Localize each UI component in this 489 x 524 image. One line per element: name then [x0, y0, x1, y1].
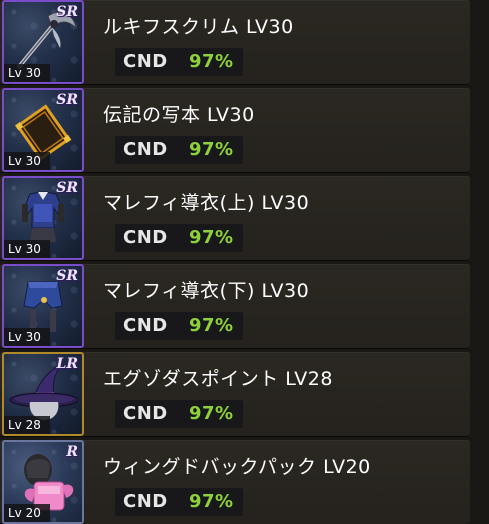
item-thumbnail[interactable]: SR Lv 30: [2, 0, 84, 84]
item-name: エグゾダスポイント LV28: [103, 368, 333, 390]
rarity-badge: SR: [56, 180, 78, 196]
rarity-badge: SR: [56, 268, 78, 284]
item-thumbnail[interactable]: SR Lv 30: [2, 176, 84, 260]
item-name: マレフィ導衣(下) LV30: [103, 280, 310, 302]
item-level-badge: Lv 30: [4, 152, 50, 170]
condition-value: 97%: [189, 139, 234, 160]
equipment-row[interactable]: R Lv 20 ウィングドバックパック LV20 CND 97%: [0, 440, 470, 524]
item-name: ルキフスクリム LV30: [103, 16, 294, 38]
condition-label: CND: [123, 227, 168, 248]
item-level-badge: Lv 30: [4, 240, 50, 258]
equipment-row[interactable]: SR Lv 30 マレフィ導衣(上) LV30 CND 97%: [0, 176, 470, 260]
item-name: マレフィ導衣(上) LV30: [103, 192, 310, 214]
condition-value: 97%: [189, 51, 234, 72]
condition-value: 97%: [189, 491, 234, 512]
equipment-row[interactable]: SR Lv 30 マレフィ導衣(下) LV30 CND 97%: [0, 264, 470, 348]
condition-box: CND 97%: [115, 312, 243, 340]
rarity-badge: SR: [56, 4, 78, 20]
equipment-row[interactable]: SR Lv 30 伝記の写本 LV30 CND 97%: [0, 88, 470, 172]
item-thumbnail[interactable]: LR Lv 28: [2, 352, 84, 436]
scroll-rail[interactable]: [473, 0, 489, 524]
condition-box: CND 97%: [115, 48, 243, 76]
rarity-badge: SR: [56, 92, 78, 108]
item-name: 伝記の写本 LV30: [103, 104, 255, 126]
condition-box: CND 97%: [115, 488, 243, 516]
condition-value: 97%: [189, 315, 234, 336]
item-thumbnail[interactable]: SR Lv 30: [2, 264, 84, 348]
condition-box: CND 97%: [115, 400, 243, 428]
condition-box: CND 97%: [115, 224, 243, 252]
item-thumbnail[interactable]: R Lv 20: [2, 440, 84, 524]
equipment-row[interactable]: LR Lv 28 エグゾダスポイント LV28 CND 97%: [0, 352, 470, 436]
condition-value: 97%: [189, 227, 234, 248]
equipment-row[interactable]: SR Lv 30 ルキフスクリム LV30 CND 97%: [0, 0, 470, 84]
condition-label: CND: [123, 403, 168, 424]
item-level-badge: Lv 28: [4, 416, 50, 434]
condition-label: CND: [123, 51, 168, 72]
item-level-badge: Lv 20: [4, 504, 50, 522]
condition-box: CND 97%: [115, 136, 243, 164]
item-level-badge: Lv 30: [4, 64, 50, 82]
rarity-badge: R: [66, 444, 78, 460]
condition-label: CND: [123, 139, 168, 160]
item-name: ウィングドバックパック LV20: [103, 456, 371, 478]
item-level-badge: Lv 30: [4, 328, 50, 346]
item-thumbnail[interactable]: SR Lv 30: [2, 88, 84, 172]
condition-value: 97%: [189, 403, 234, 424]
condition-label: CND: [123, 315, 168, 336]
rarity-badge: LR: [56, 356, 78, 372]
equipment-list: SR Lv 30 ルキフスクリム LV30 CND 97% SR Lv 30 伝…: [0, 0, 489, 524]
condition-label: CND: [123, 491, 168, 512]
